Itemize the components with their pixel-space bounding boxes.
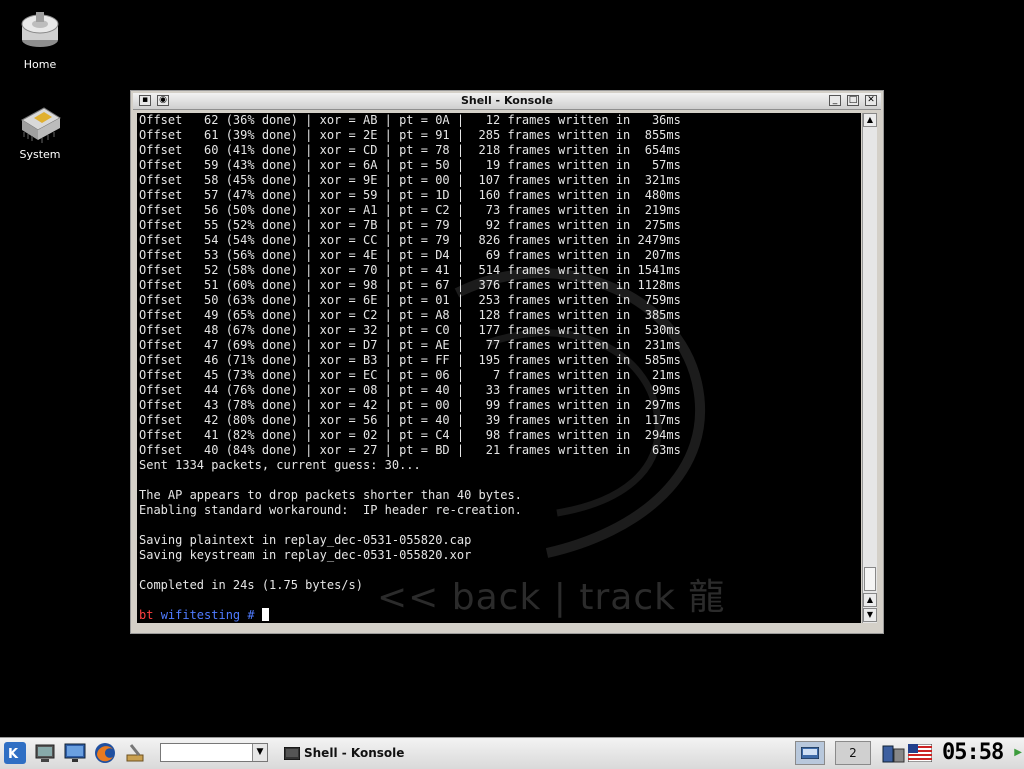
terminal-line: Completed in 24s (1.75 bytes/s) xyxy=(139,578,363,592)
terminal-line: Offset 59 (43% done) | xor = 6A | pt = 5… xyxy=(139,158,681,172)
terminal-line: Offset 49 (65% done) | xor = C2 | pt = A… xyxy=(139,308,681,322)
terminal-line: Enabling standard workaround: IP header … xyxy=(139,503,522,517)
window-thumbnail-icon xyxy=(800,746,820,760)
terminal-line: Offset 41 (82% done) | xor = 02 | pt = C… xyxy=(139,428,681,442)
monitor-icon[interactable] xyxy=(63,741,87,765)
minimize-button[interactable]: _ xyxy=(829,95,841,106)
text-cursor xyxy=(261,608,269,621)
terminal-line: Offset 53 (56% done) | xor = 4E | pt = D… xyxy=(139,248,681,262)
terminal-line: Offset 52 (58% done) | xor = 70 | pt = 4… xyxy=(139,263,681,277)
hard-drive-icon xyxy=(21,12,59,47)
terminal-line: The AP appears to drop packets shorter t… xyxy=(139,488,522,502)
terminal-line: Saving plaintext in replay_dec-0531-0558… xyxy=(139,533,472,547)
show-desktop-icon[interactable] xyxy=(33,741,57,765)
pager-desktop-2-label: 2 xyxy=(849,746,857,760)
keyboard-flag-icon[interactable] xyxy=(908,744,932,762)
terminal-line: Offset 61 (39% done) | xor = 2E | pt = 9… xyxy=(139,128,681,142)
kde-menu-icon[interactable]: K xyxy=(3,741,27,765)
terminal-line: Offset 48 (67% done) | xor = 32 | pt = C… xyxy=(139,323,681,337)
chevron-down-icon[interactable]: ▼ xyxy=(252,744,267,761)
konsole-window: ▪ ◉ Shell - Konsole _ □ ✕ << back | trac… xyxy=(130,90,884,634)
scroll-up-arrow-icon-lower[interactable]: ▲ xyxy=(863,593,877,607)
scrollbar-thumb[interactable] xyxy=(864,567,876,591)
desktop-icon-system-label: System xyxy=(19,148,61,161)
terminal-line: Offset 55 (52% done) | xor = 7B | pt = 7… xyxy=(139,218,681,232)
pager-desktop-2[interactable]: 2 xyxy=(835,741,871,765)
terminal-line: Offset 62 (36% done) | xor = AB | pt = 0… xyxy=(139,113,681,127)
chip-icon xyxy=(21,107,61,143)
terminal-line: Sent 1334 packets, current guess: 30... xyxy=(139,458,421,472)
terminal-output: Offset 62 (36% done) | xor = AB | pt = 0… xyxy=(139,113,681,608)
terminal-line: Offset 50 (63% done) | xor = 6E | pt = 0… xyxy=(139,293,681,307)
scroll-up-arrow-icon[interactable]: ▲ xyxy=(863,113,877,127)
taskbar: K ▼ Shell - Konsole 2 05:58 ▶ xyxy=(0,737,1024,769)
tools-icon[interactable] xyxy=(123,741,147,765)
terminal-line: Saving keystream in replay_dec-0531-0558… xyxy=(139,548,472,562)
scroll-down-arrow-icon[interactable]: ▼ xyxy=(863,608,877,622)
terminal-line: Offset 45 (73% done) | xor = EC | pt = 0… xyxy=(139,368,681,382)
terminal-line: Offset 40 (84% done) | xor = 27 | pt = B… xyxy=(139,443,681,457)
terminal-line: Offset 57 (47% done) | xor = 59 | pt = 1… xyxy=(139,188,681,202)
terminal-area[interactable]: << back | track 龍 Offset 62 (36% done) |… xyxy=(137,113,861,623)
taskbar-item-konsole[interactable]: Shell - Konsole xyxy=(282,744,404,764)
prompt-directory: wifitesting # xyxy=(160,608,255,622)
terminal-line: Offset 46 (71% done) | xor = B3 | pt = F… xyxy=(139,353,681,367)
terminal-line: Offset 44 (76% done) | xor = 08 | pt = 4… xyxy=(139,383,681,397)
taskbar-item-label: Shell - Konsole xyxy=(304,746,405,760)
terminal-line: Offset 60 (41% done) | xor = CD | pt = 7… xyxy=(139,143,681,157)
panel-hide-arrow-icon[interactable]: ▶ xyxy=(1014,747,1022,758)
terminal-scrollbar[interactable]: ▲ ▲ ▼ xyxy=(862,113,877,623)
terminal-line: Offset 47 (69% done) | xor = D7 | pt = A… xyxy=(139,338,681,352)
prompt-host: bt xyxy=(139,608,154,622)
command-combobox[interactable]: ▼ xyxy=(160,743,268,762)
desktop-icon-home[interactable]: Home xyxy=(0,6,80,71)
desktop-icon-home-label: Home xyxy=(23,58,57,71)
close-button[interactable]: ✕ xyxy=(865,95,877,106)
terminal-line: Offset 43 (78% done) | xor = 42 | pt = 0… xyxy=(139,398,681,412)
clock[interactable]: 05:58 xyxy=(942,740,1008,766)
terminal-line: Offset 58 (45% done) | xor = 9E | pt = 0… xyxy=(139,173,681,187)
pager-desktop-1[interactable] xyxy=(795,741,825,765)
maximize-button[interactable]: □ xyxy=(847,95,859,106)
window-titlebar[interactable]: ▪ ◉ Shell - Konsole _ □ ✕ xyxy=(133,93,881,110)
terminal-line: Offset 42 (80% done) | xor = 56 | pt = 4… xyxy=(139,413,681,427)
terminal-line: Offset 51 (60% done) | xor = 98 | pt = 6… xyxy=(139,278,681,292)
svg-text:K: K xyxy=(8,747,19,762)
terminal-line: Offset 54 (54% done) | xor = CC | pt = 7… xyxy=(139,233,681,247)
shell-prompt[interactable]: bt wifitesting # xyxy=(139,608,269,623)
desktop-icon-system[interactable]: System xyxy=(0,100,80,161)
window-title: Shell - Konsole xyxy=(460,94,554,107)
network-tray-icon[interactable] xyxy=(882,743,906,765)
firefox-icon[interactable] xyxy=(93,741,117,765)
terminal-icon xyxy=(284,747,300,760)
terminal-line: Offset 56 (50% done) | xor = A1 | pt = C… xyxy=(139,203,681,217)
